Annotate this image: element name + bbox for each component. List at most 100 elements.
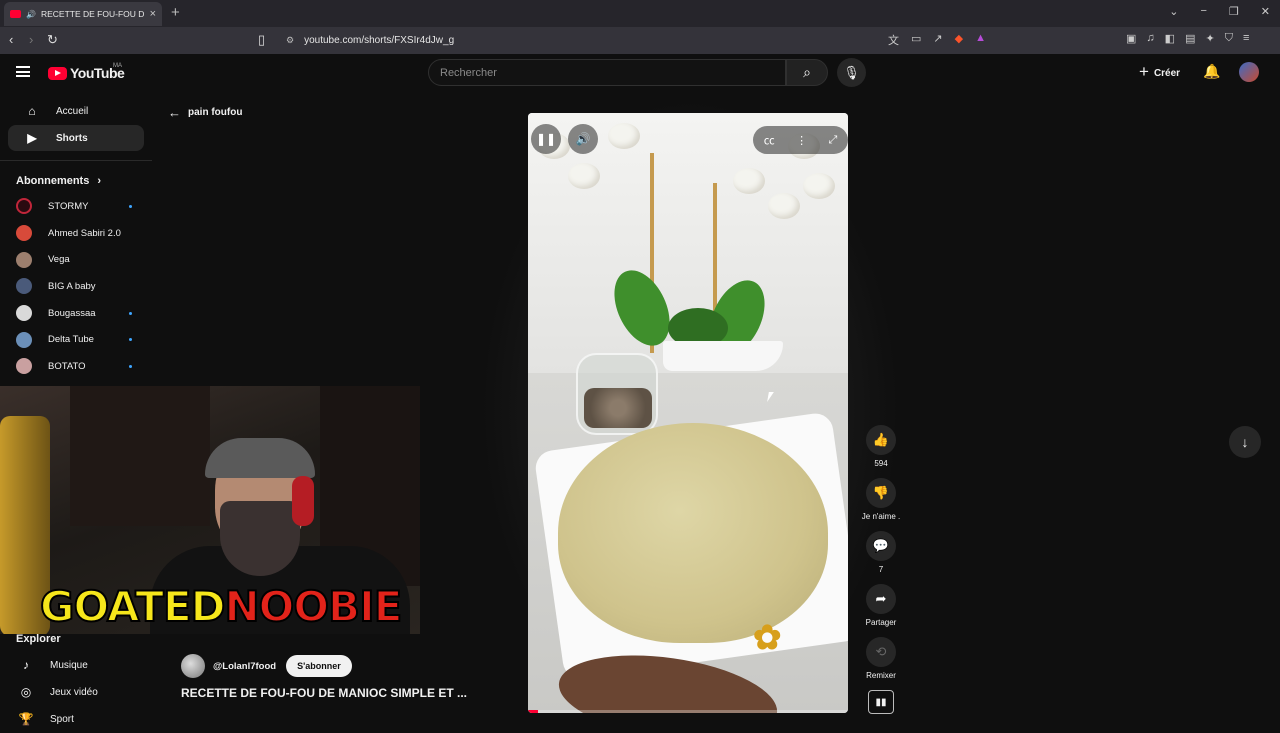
- subscription-item[interactable]: Delta Tube: [0, 326, 152, 353]
- fullscreen-icon[interactable]: ⤢: [828, 134, 837, 147]
- subscription-item[interactable]: BOTATO: [0, 353, 152, 380]
- forward-icon[interactable]: ›: [29, 32, 33, 47]
- subscription-item[interactable]: Vega: [0, 246, 152, 273]
- video-title[interactable]: RECETTE DE FOU-FOU DE MANIOC SIMPLE ET .…: [181, 686, 467, 700]
- like-count: 594: [874, 459, 888, 468]
- leo-ai-icon[interactable]: ✦: [1205, 32, 1214, 45]
- remix-icon: ⟲: [875, 644, 887, 659]
- background-shelf: [70, 386, 210, 526]
- rewards-icon[interactable]: ▲: [975, 32, 986, 48]
- channel-avatar: [16, 331, 32, 348]
- subscription-item[interactable]: Bougassaa: [0, 300, 152, 327]
- brave-shield-icon[interactable]: ◆: [955, 32, 963, 48]
- subscription-item[interactable]: Ahmed Sabiri 2.0: [0, 220, 152, 247]
- next-short-button[interactable]: ↓: [1229, 426, 1261, 458]
- sidebar: ⌂ Accueil ▶ Shorts Abonnements › STORMY …: [0, 98, 152, 380]
- bookmark-icon[interactable]: ▯: [258, 32, 265, 48]
- media-icon[interactable]: ♫: [1146, 32, 1154, 45]
- subscription-item[interactable]: BIG A baby: [0, 273, 152, 300]
- reader-icon[interactable]: ◧: [1165, 32, 1175, 45]
- new-content-dot: [129, 365, 132, 369]
- browser-tab[interactable]: 🔊 RECETTE DE FOU-FOU DE MANIOC ×: [4, 2, 162, 26]
- reload-icon[interactable]: ↻: [47, 32, 58, 48]
- notifications-bell-icon[interactable]: 🔔: [1203, 63, 1220, 80]
- speaker-icon[interactable]: 🔊: [26, 10, 36, 19]
- share-button[interactable]: ➦: [866, 584, 896, 614]
- sidebar-item-sport[interactable]: 🏆 Sport: [8, 706, 144, 732]
- back-label: pain foufou: [188, 107, 243, 118]
- streamer-webcam-overlay: GOATEDNOOBIE: [0, 386, 420, 634]
- translate-icon[interactable]: 文: [888, 32, 899, 48]
- more-options-icon[interactable]: ⋮: [796, 134, 807, 147]
- captions-icon[interactable]: ㏄: [764, 132, 775, 148]
- maximize-icon[interactable]: ❐: [1229, 5, 1239, 18]
- short-video-player[interactable]: ✿ ❚❚ 🔊 ㏄ ⋮ ⤢: [528, 113, 848, 713]
- channel-handle[interactable]: @Lolanl7food: [213, 661, 276, 672]
- search-box[interactable]: [428, 59, 786, 86]
- subscribe-button[interactable]: S'abonner: [286, 655, 352, 677]
- channel-avatar[interactable]: [181, 654, 205, 678]
- hamburger-menu-icon[interactable]: [16, 66, 30, 77]
- share-icon: ➦: [875, 591, 887, 606]
- wallet-icon[interactable]: ▤: [1185, 32, 1195, 45]
- back-to-search-link[interactable]: ← pain foufou: [168, 105, 242, 120]
- comments-button[interactable]: 💬: [866, 531, 896, 561]
- sidebar-item-label: Shorts: [56, 132, 88, 144]
- orchid-flower: [733, 168, 765, 194]
- channel-info: @Lolanl7food S'abonner: [181, 654, 352, 678]
- video-progress-bar[interactable]: [528, 710, 848, 713]
- new-tab-button[interactable]: +: [171, 4, 180, 21]
- subscription-list: STORMY Ahmed Sabiri 2.0 Vega BIG A baby …: [0, 193, 152, 380]
- tab-title: RECETTE DE FOU-FOU DE MANIOC: [40, 9, 145, 19]
- channel-avatar: [16, 198, 32, 215]
- white-planter: [663, 341, 783, 371]
- sidebar-item-home[interactable]: ⌂ Accueil: [8, 98, 144, 124]
- sidebar-item-shorts[interactable]: ▶ Shorts: [8, 125, 144, 151]
- menu-icon[interactable]: ≡: [1243, 32, 1249, 45]
- microphone-icon: 🎙: [843, 64, 860, 80]
- subscription-name: Ahmed Sabiri 2.0: [48, 227, 121, 239]
- orchid-flower: [608, 123, 640, 149]
- address-bar-row: ‹ › ↻ ▯ ⚙ youtube.com/shorts/FXSIr4dJw_g…: [0, 27, 1280, 54]
- create-label: Créer: [1153, 67, 1181, 79]
- creator-watermark-logo: ✿: [753, 618, 782, 658]
- sound-button[interactable]: ▮▮: [868, 690, 894, 714]
- tab-search-icon[interactable]: ⌄: [1169, 5, 1178, 18]
- close-window-icon[interactable]: ✕: [1261, 5, 1270, 18]
- sidebar-toggle-icon[interactable]: ▣: [1126, 32, 1136, 45]
- sidebar-divider: [0, 160, 152, 161]
- extension-icons: ▣ ♫ ◧ ▤ ✦ ⛉ ≡: [1126, 32, 1249, 45]
- minimize-icon[interactable]: −: [1200, 5, 1206, 18]
- plus-icon: +: [1139, 62, 1149, 81]
- volume-button[interactable]: 🔊: [568, 124, 598, 154]
- back-icon[interactable]: ‹: [9, 32, 13, 47]
- create-button[interactable]: + Créer: [1139, 62, 1181, 82]
- url-text[interactable]: youtube.com/shorts/FXSIr4dJw_g: [304, 35, 454, 46]
- remix-button[interactable]: ⟲: [866, 637, 896, 667]
- account-avatar[interactable]: [1239, 62, 1259, 82]
- thumbs-down-icon: 👎: [872, 485, 890, 500]
- voice-search-button[interactable]: 🎙: [837, 58, 866, 87]
- like-button[interactable]: 👍: [866, 425, 896, 455]
- subscriptions-heading[interactable]: Abonnements ›: [0, 175, 152, 187]
- window-controls: ⌄ − ❐ ✕: [1169, 5, 1270, 18]
- sidebar-item-music[interactable]: ♪ Musique: [8, 652, 144, 678]
- search-button[interactable]: ⌕: [786, 59, 828, 86]
- dislike-button[interactable]: 👎: [866, 478, 896, 508]
- search-input[interactable]: [440, 66, 770, 79]
- explorer-heading: Explorer: [16, 633, 61, 645]
- sidebar-item-gaming[interactable]: ◎ Jeux vidéo: [8, 679, 144, 705]
- subscription-item[interactable]: STORMY: [0, 193, 152, 220]
- orchid-flower: [568, 163, 600, 189]
- close-tab-icon[interactable]: ×: [150, 8, 156, 20]
- brand-part-1: GOATED: [39, 582, 226, 631]
- streamer-cap: [205, 438, 315, 478]
- arrow-left-icon: ←: [168, 105, 181, 120]
- pause-button[interactable]: ❚❚: [531, 124, 561, 154]
- subscription-name: Bougassaa: [48, 307, 96, 319]
- thumbs-up-icon: 👍: [872, 432, 890, 447]
- share-page-icon[interactable]: ↗: [933, 32, 942, 48]
- site-info-icon[interactable]: ⚙: [286, 35, 294, 46]
- vpn-icon[interactable]: ⛉: [1225, 32, 1233, 45]
- cast-icon[interactable]: ▭: [911, 32, 921, 48]
